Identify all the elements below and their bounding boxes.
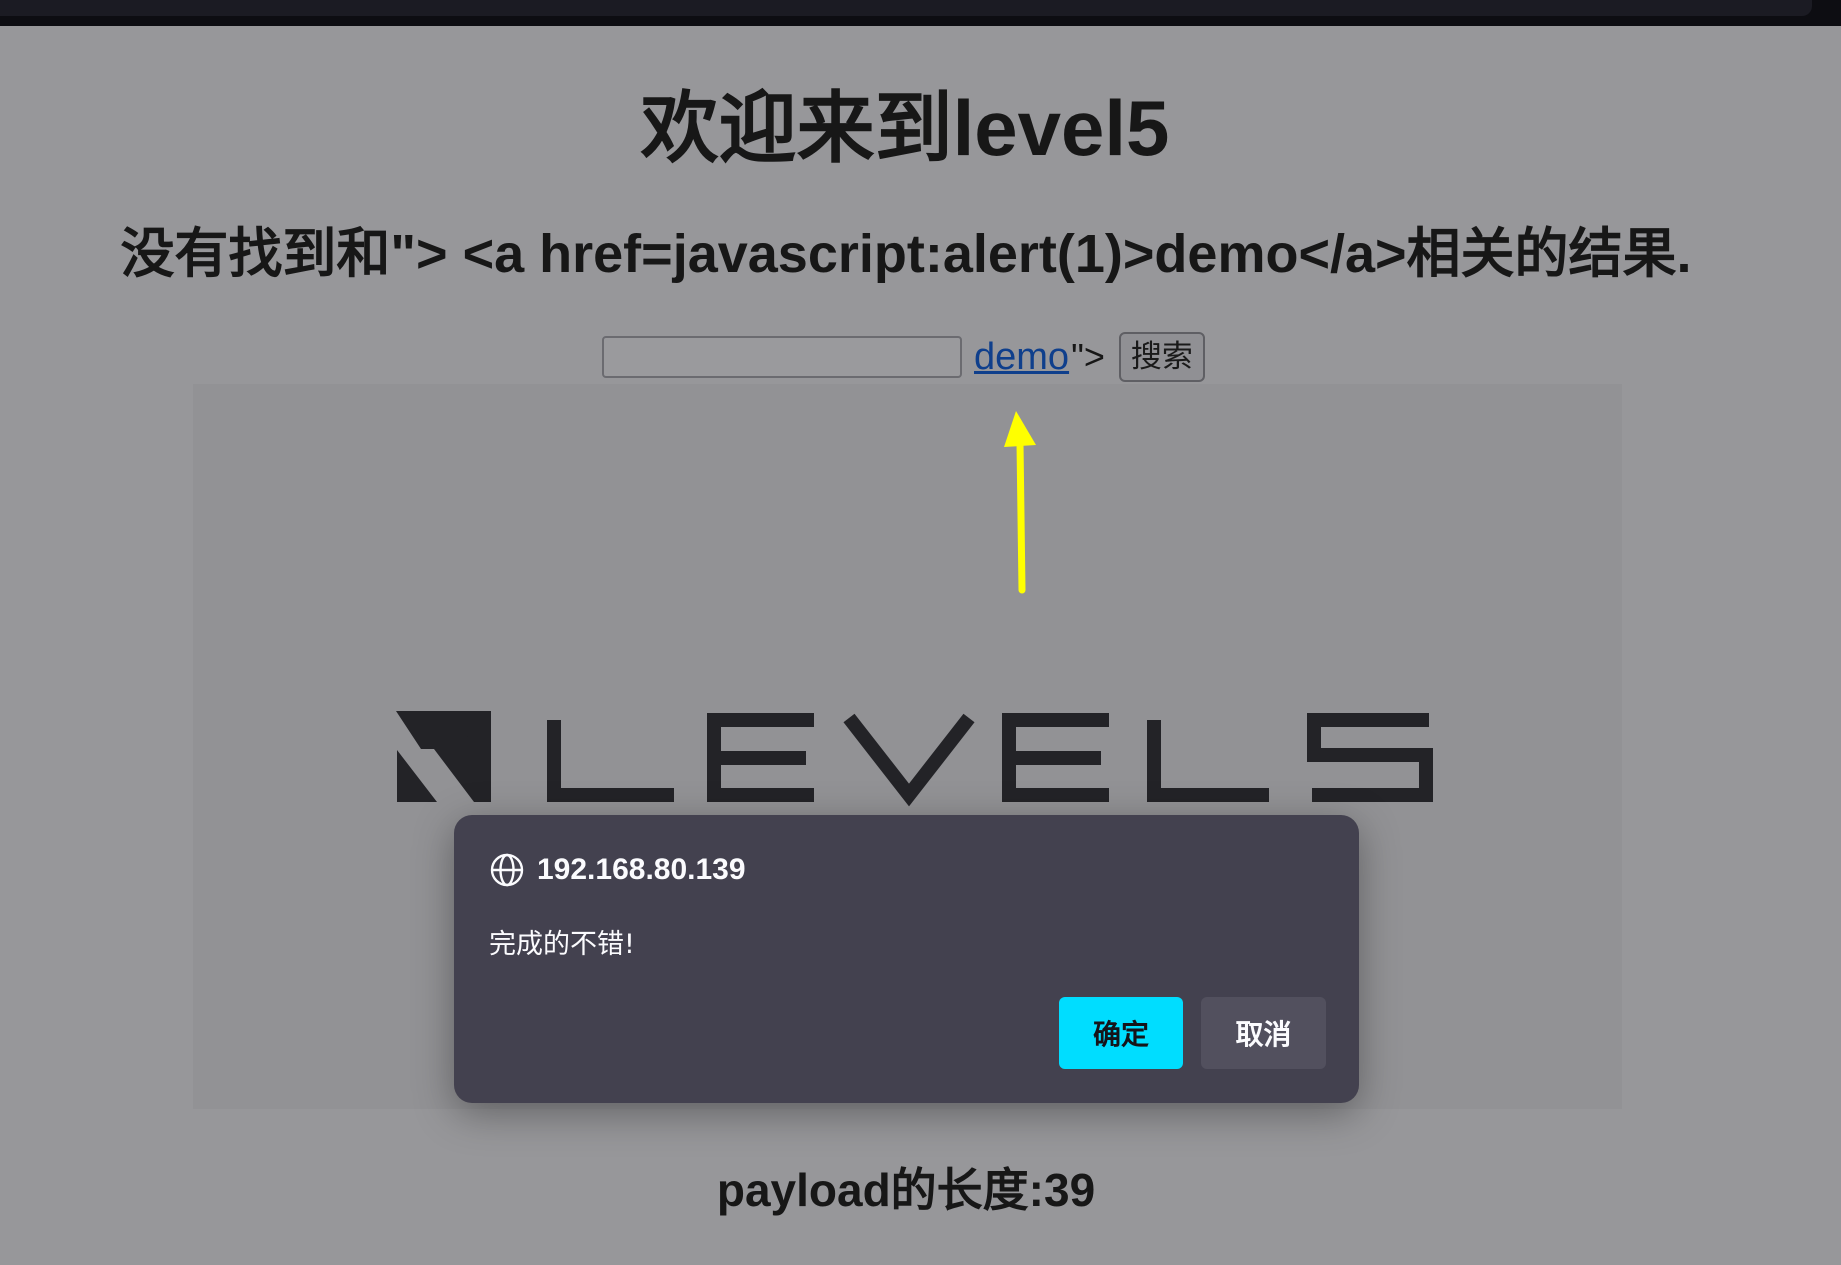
search-button[interactable]: 搜索	[1118, 332, 1205, 382]
ok-button[interactable]: 确定	[1059, 997, 1183, 1069]
search-result-message: 没有找到和"> <a href=javascript:alert(1)>demo…	[120, 224, 1692, 284]
injected-tail-text: ">	[1071, 336, 1105, 377]
search-form: demo "> 搜索	[602, 331, 1205, 383]
dialog-origin: 192.168.80.139	[537, 853, 746, 886]
payload-length: payload的长度:39	[716, 1164, 1096, 1216]
browser-url-bar-edge	[0, 0, 1812, 16]
globe-icon	[490, 853, 524, 887]
page-title: 欢迎来到level5	[640, 84, 1170, 172]
search-input[interactable]	[602, 336, 962, 378]
browser-top-bar	[0, 0, 1841, 26]
arrow-up-icon	[1004, 411, 1036, 594]
alert-dialog: 192.168.80.139 完成的不错! 确定 取消	[454, 815, 1359, 1103]
dialog-header: 192.168.80.139	[489, 850, 746, 890]
cancel-button[interactable]: 取消	[1201, 997, 1326, 1069]
dialog-message: 完成的不错!	[489, 929, 635, 960]
injected-demo-link[interactable]: demo	[974, 334, 1069, 380]
level5-logo	[396, 711, 1433, 807]
